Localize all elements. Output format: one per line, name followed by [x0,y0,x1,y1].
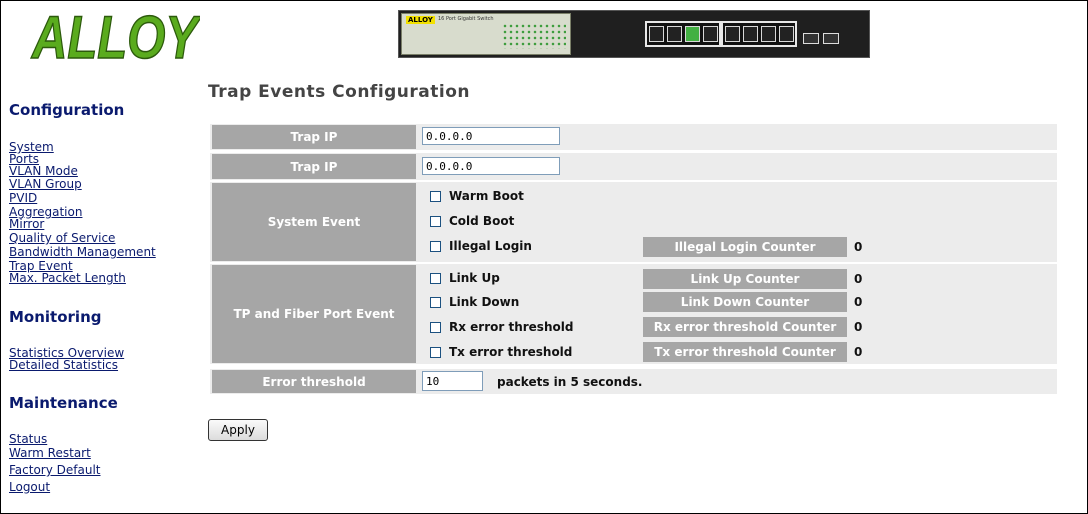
link-down-counter-button[interactable]: Link Down Counter [643,292,847,312]
link-up-counter-value: 0 [854,272,863,286]
warm-boot-option: Warm Boot [430,188,524,204]
alloy-logo: ALLOY [30,8,200,64]
link-up-option: Link Up [430,270,500,286]
port-group-2-icon [721,21,797,47]
trap-ip-label-2: Trap IP [212,154,416,179]
warm-boot-label: Warm Boot [449,189,524,203]
device-model: 16 Port Gigabit Switch [438,16,494,22]
sidebar-section-maintenance: Maintenance [9,394,118,412]
rx-error-counter-button[interactable]: Rx error threshold Counter [643,317,847,337]
sidebar-item-vlan-group[interactable]: VLAN Group [9,178,82,190]
sidebar-section-monitoring: Monitoring [9,308,102,326]
led-grid-icon [502,23,566,49]
sfp-port-1-icon [803,33,819,44]
rx-error-option: Rx error threshold [430,319,573,335]
error-threshold-suffix: packets in 5 seconds. [497,375,643,389]
link-down-checkbox[interactable] [430,296,441,308]
cold-boot-checkbox[interactable] [430,215,441,227]
sidebar-item-detailed-statistics[interactable]: Detailed Statistics [9,359,118,371]
tx-error-label: Tx error threshold [449,345,573,359]
illegal-login-option: Illegal Login [430,238,532,254]
link-down-label: Link Down [449,295,520,309]
illegal-login-counter-value: 0 [854,240,863,254]
port-event-label: TP and Fiber Port Event [212,265,416,363]
error-threshold-input[interactable] [422,371,483,391]
port-group-1-icon [645,21,721,47]
system-event-label: System Event [212,183,416,261]
link-up-checkbox[interactable] [430,272,441,284]
apply-button[interactable]: Apply [208,419,268,441]
device-brand: ALLOY [406,16,435,24]
device-front-panel: ALLOY 16 Port Gigabit Switch [401,13,571,55]
rx-error-label: Rx error threshold [449,320,574,334]
device-image: ALLOY 16 Port Gigabit Switch [398,10,870,58]
sidebar-item-mirror[interactable]: Mirror [9,218,44,230]
sidebar-item-bandwidth-management[interactable]: Bandwidth Management [9,246,156,258]
cold-boot-option: Cold Boot [430,213,514,229]
sidebar-item-status[interactable]: Status [9,433,47,445]
sidebar-item-vlan-mode[interactable]: VLAN Mode [9,165,78,177]
trap-ip-label-1: Trap IP [212,125,416,149]
warm-boot-checkbox[interactable] [430,190,441,202]
sfp-port-2-icon [823,33,839,44]
sidebar-item-pvid[interactable]: PVID [9,192,37,204]
link-up-counter-button[interactable]: Link Up Counter [643,269,847,289]
sidebar-section-configuration: Configuration [9,101,125,119]
trap-ip-input-2[interactable] [422,157,560,175]
illegal-login-label: Illegal Login [449,239,532,253]
link-up-label: Link Up [449,271,500,285]
sidebar-item-quality-of-service[interactable]: Quality of Service [9,232,115,244]
tx-error-checkbox[interactable] [430,346,441,358]
rx-error-checkbox[interactable] [430,321,441,333]
sidebar-item-factory-default[interactable]: Factory Default [9,464,101,476]
logo-text: ALLOY [30,8,200,64]
link-down-counter-value: 0 [854,295,863,309]
sidebar-item-warm-restart[interactable]: Warm Restart [9,447,91,459]
sidebar-item-logout[interactable]: Logout [9,481,50,493]
illegal-login-checkbox[interactable] [430,240,441,252]
tx-error-counter-value: 0 [854,345,863,359]
rx-error-counter-value: 0 [854,320,863,334]
cold-boot-label: Cold Boot [449,214,515,228]
link-down-option: Link Down [430,294,519,310]
tx-error-option: Tx error threshold [430,344,572,360]
illegal-login-counter-button[interactable]: Illegal Login Counter [643,237,847,257]
trap-ip-input-1[interactable] [422,127,560,145]
sidebar-item-max-packet-length[interactable]: Max. Packet Length [9,272,126,284]
tx-error-counter-button[interactable]: Tx error threshold Counter [643,342,847,362]
page-title: Trap Events Configuration [208,82,471,102]
error-threshold-label: Error threshold [212,370,416,393]
